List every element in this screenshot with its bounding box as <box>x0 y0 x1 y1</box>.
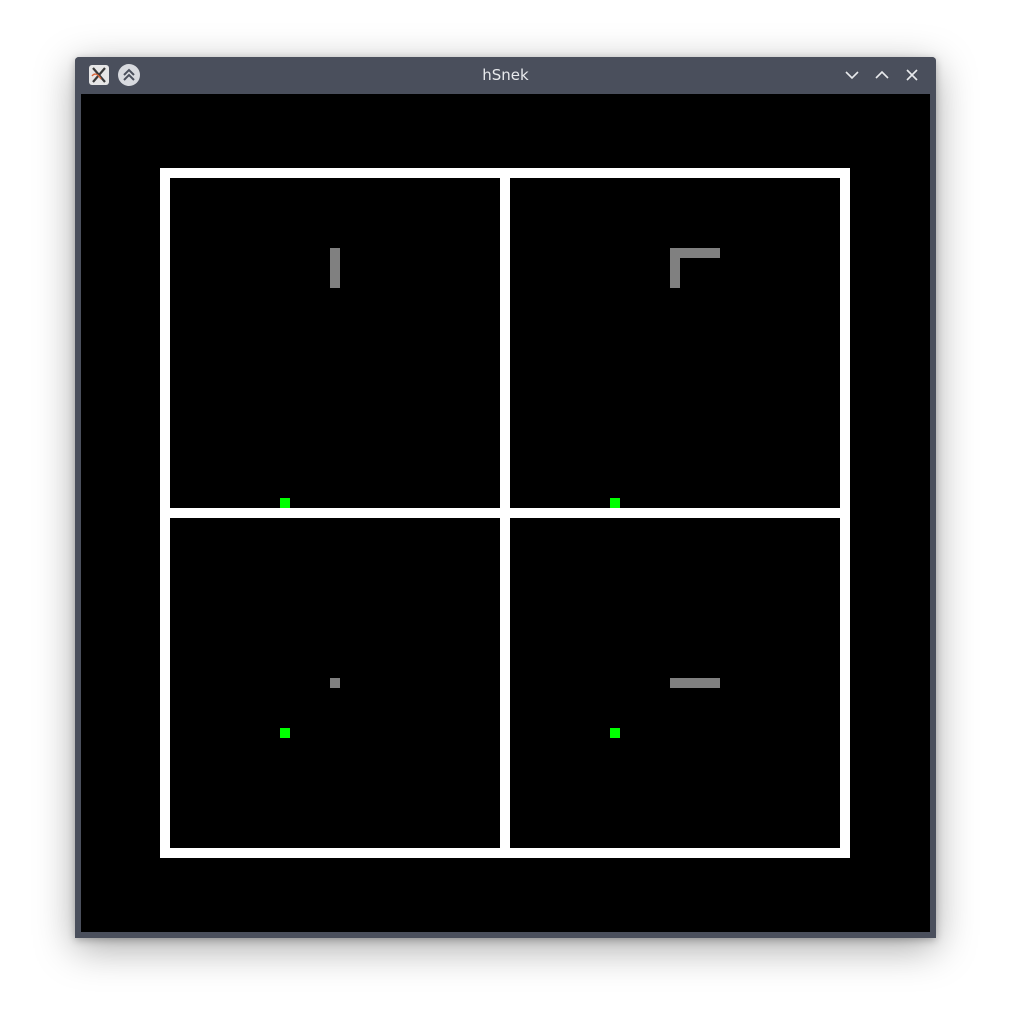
piece-cell <box>330 268 340 278</box>
piece-cell <box>330 258 340 268</box>
close-icon <box>906 69 918 81</box>
food-cell <box>610 498 620 508</box>
maximize-button[interactable] <box>872 65 892 85</box>
piece-cell <box>670 268 680 278</box>
game-panel-3 <box>170 518 500 848</box>
piece-cell <box>710 248 720 258</box>
minimize-button[interactable] <box>842 65 862 85</box>
app-window: hSnek <box>75 57 936 938</box>
window-title: hSnek <box>482 66 529 84</box>
food-cell <box>610 728 620 738</box>
game-panel-1 <box>170 178 500 508</box>
piece-cell <box>330 278 340 288</box>
double-chevron-up-icon <box>123 68 135 81</box>
chevron-down-icon <box>845 71 859 80</box>
piece-cell <box>700 248 710 258</box>
piece-cell <box>700 678 710 688</box>
piece-cell <box>690 678 700 688</box>
piece-cell <box>670 248 680 258</box>
game-panel-2 <box>510 178 840 508</box>
piece-cell <box>330 678 340 688</box>
game-canvas[interactable] <box>81 94 930 932</box>
piece-cell <box>670 678 680 688</box>
keep-above-button[interactable] <box>118 64 140 86</box>
piece-cell <box>710 678 720 688</box>
close-button[interactable] <box>902 65 922 85</box>
title-bar[interactable]: hSnek <box>75 57 936 93</box>
piece-cell <box>670 258 680 268</box>
piece-cell <box>680 248 690 258</box>
chevron-up-icon <box>875 70 889 79</box>
piece-cell <box>690 248 700 258</box>
game-panel-4 <box>510 518 840 848</box>
piece-cell <box>670 278 680 288</box>
game-board <box>160 168 850 858</box>
food-cell <box>280 728 290 738</box>
food-cell <box>280 498 290 508</box>
piece-cell <box>330 248 340 258</box>
x-app-icon[interactable] <box>89 65 109 85</box>
piece-cell <box>680 678 690 688</box>
